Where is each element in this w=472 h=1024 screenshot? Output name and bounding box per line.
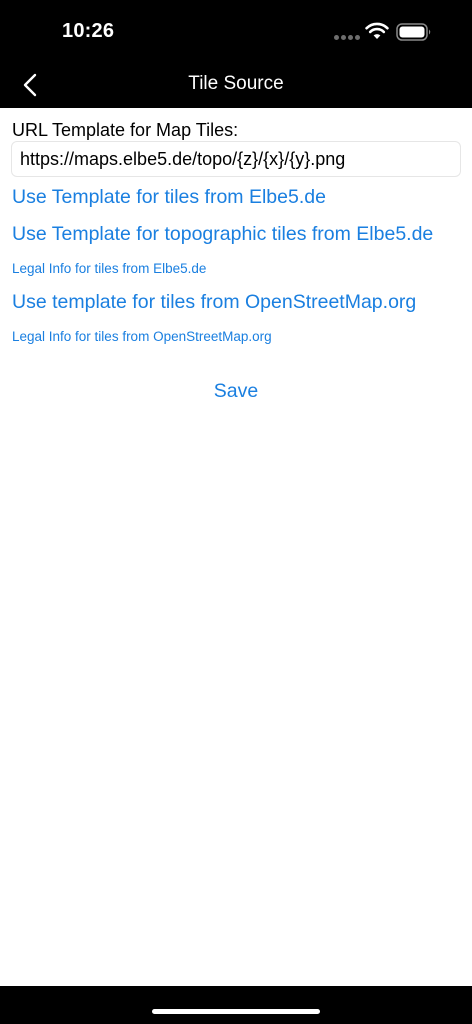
url-template-label: URL Template for Map Tiles: bbox=[12, 120, 239, 140]
save-button[interactable]: Save bbox=[0, 380, 472, 403]
use-elbe5-topo-template-link[interactable]: Use Template for topographic tiles from … bbox=[12, 223, 433, 246]
tile-source-form: URL Template for Map Tiles: Use Template… bbox=[0, 108, 472, 986]
status-bar: 10:26 bbox=[0, 0, 472, 62]
osm-legal-info-link[interactable]: Legal Info for tiles from OpenStreetMap.… bbox=[12, 329, 272, 344]
navigation-bar: Tile Source bbox=[0, 62, 472, 108]
url-template-input[interactable] bbox=[11, 141, 461, 177]
cellular-signal-icon bbox=[334, 35, 360, 41]
page-title: Tile Source bbox=[188, 73, 284, 94]
bottom-bar bbox=[0, 986, 472, 1024]
battery-icon bbox=[396, 23, 431, 41]
home-indicator[interactable] bbox=[152, 1009, 320, 1014]
use-osm-template-link[interactable]: Use template for tiles from OpenStreetMa… bbox=[12, 291, 416, 314]
use-elbe5-template-link[interactable]: Use Template for tiles from Elbe5.de bbox=[12, 186, 326, 209]
elbe5-legal-info-link[interactable]: Legal Info for tiles from Elbe5.de bbox=[12, 261, 206, 276]
wifi-icon bbox=[365, 22, 389, 39]
status-time: 10:26 bbox=[62, 20, 115, 42]
